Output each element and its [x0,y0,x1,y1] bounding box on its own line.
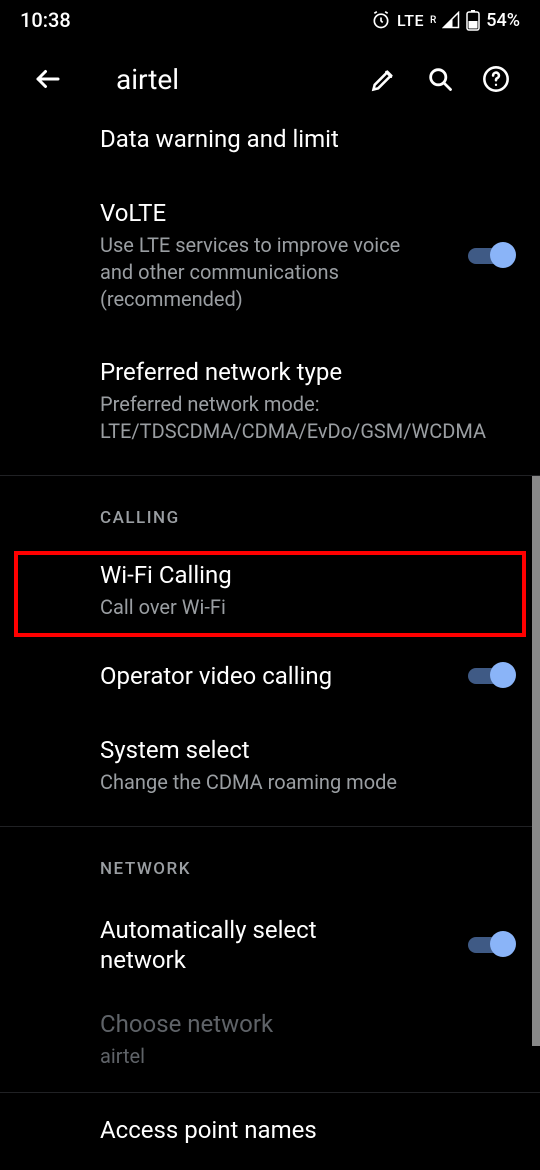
setting-operator-video[interactable]: Operator video calling [0,639,540,713]
settings-list: Data warning and limit VoLTE Use LTE ser… [0,118,540,1170]
network-lte-label: LTE [397,11,424,30]
battery-icon [466,9,480,31]
auto-network-toggle[interactable] [468,931,516,959]
app-bar: airtel [0,40,540,118]
scrollbar[interactable] [532,476,540,1046]
battery-percent: 54% [486,10,520,31]
back-button[interactable] [20,51,76,107]
page-title: airtel [116,63,356,96]
operator-video-toggle[interactable] [468,662,516,690]
setting-system-select[interactable]: System select Change the CDMA roaming mo… [0,713,540,818]
setting-title: Access point names [100,1115,516,1145]
setting-title: Operator video calling [100,661,436,691]
signal-icon [442,11,460,29]
help-button[interactable] [468,51,524,107]
setting-title: Choose network [100,1009,516,1039]
setting-apn[interactable]: Access point names [0,1093,540,1145]
setting-preferred-network[interactable]: Preferred network type Preferred network… [0,335,540,467]
status-time: 10:38 [20,8,71,32]
setting-title: Wi-Fi Calling [100,560,516,590]
setting-title: System select [100,735,516,765]
setting-subtitle: airtel [100,1043,516,1070]
status-bar: 10:38 LTE R 54% [0,0,540,40]
roaming-label: R [430,15,436,26]
setting-title: Preferred network type [100,357,516,387]
setting-subtitle: Call over Wi-Fi [100,594,516,621]
search-button[interactable] [412,51,468,107]
setting-subtitle: Change the CDMA roaming mode [100,769,516,796]
volte-toggle[interactable] [468,242,516,270]
setting-auto-select-network[interactable]: Automatically select network [0,893,540,997]
setting-wifi-calling[interactable]: Wi-Fi Calling Call over Wi-Fi [0,542,540,639]
alarm-icon [371,10,391,30]
section-header-calling: CALLING [0,476,540,542]
setting-data-warning[interactable]: Data warning and limit [0,118,540,176]
edit-button[interactable] [356,51,412,107]
setting-subtitle: Use LTE services to improve voice and ot… [100,232,436,313]
setting-volte[interactable]: VoLTE Use LTE services to improve voice … [0,176,540,335]
setting-title: Data warning and limit [100,124,516,154]
setting-subtitle: Preferred network mode: LTE/TDSCDMA/CDMA… [100,391,516,445]
setting-title: VoLTE [100,198,436,228]
setting-choose-network: Choose network airtel [0,997,540,1084]
section-header-network: NETWORK [0,827,540,893]
setting-title: Automatically select network [100,915,380,975]
status-right: LTE R 54% [371,9,520,31]
